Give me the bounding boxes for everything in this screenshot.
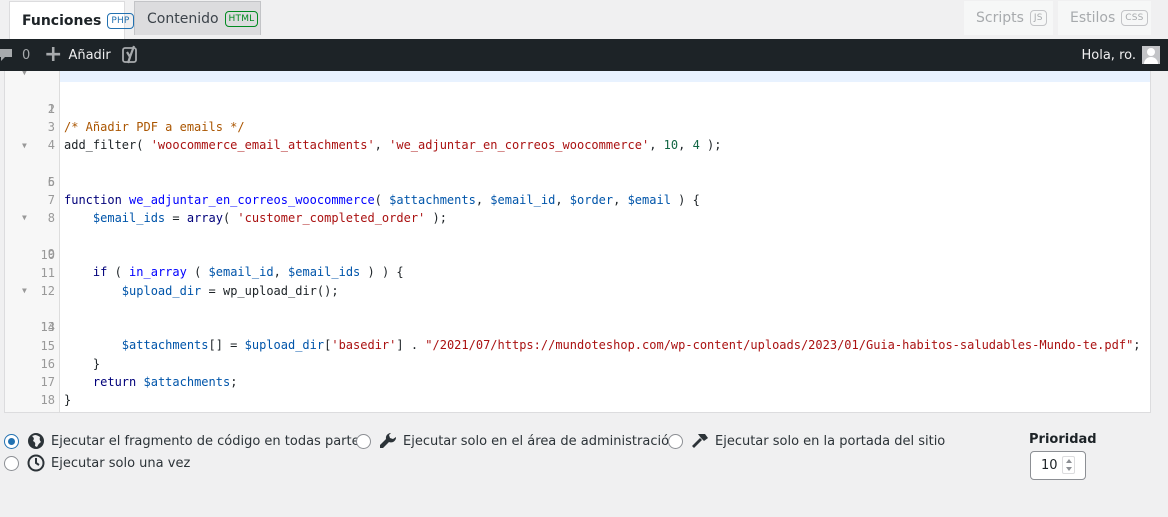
tab-funciones[interactable]: Funciones PHP: [9, 1, 134, 39]
priority-stepper[interactable]: [1062, 456, 1075, 474]
code-line: 3 add_filter( 'woocommerce_email_attachm…: [5, 100, 1150, 152]
wrench-icon: [380, 432, 397, 448]
tab-scripts-badge: JS: [1029, 10, 1047, 26]
code-line: 11 $upload_dir = wp_upload_dir();: [5, 246, 1150, 298]
scope-option-front[interactable]: Ejecutar solo en la portada del sitio: [668, 432, 945, 450]
code-line: 17 }: [5, 355, 1150, 407]
code-line: 12: [5, 264, 1150, 298]
admin-bar-yoast[interactable]: [122, 39, 140, 71]
code-line: 14: [5, 300, 1150, 334]
fold-marker-icon[interactable]: ▼: [22, 209, 27, 227]
scope-option-admin[interactable]: Ejecutar solo en el área de administraci…: [356, 432, 677, 450]
scope-radio-admin[interactable]: [356, 433, 371, 449]
tab-funciones-badge: PHP: [107, 12, 134, 29]
fold-marker-icon[interactable]: ▼: [22, 137, 27, 155]
scope-label-front: Ejecutar solo en la portada del sitio: [715, 433, 946, 449]
scope-radio-front[interactable]: [668, 433, 683, 449]
scope-option-once[interactable]: Ejecutar solo una vez: [4, 454, 190, 472]
snippet-type-tabs: Funciones PHP Contenido HTML Scripts JS …: [0, 0, 1168, 39]
scope-label-admin: Ejecutar solo en el área de administraci…: [403, 433, 678, 449]
yoast-icon: [122, 45, 137, 64]
code-line: 19: [5, 391, 1150, 412]
scope-label-once: Ejecutar solo una vez: [51, 455, 191, 471]
tab-funciones-label: Funciones: [22, 12, 102, 29]
code-line: ▼ 9 if ( in_array ( $email_id, $email_id…: [5, 209, 1150, 279]
code-line: 15 }: [5, 319, 1150, 371]
scope-radio-once[interactable]: [4, 455, 19, 471]
code-line: ▼ 13 $attachments[] = $upload_dir['based…: [5, 282, 1150, 352]
code-line: 4: [5, 118, 1150, 152]
comment-icon: [0, 49, 12, 61]
admin-bar-account[interactable]: Hola, ro.: [1081, 39, 1160, 71]
globe-icon: [28, 433, 44, 449]
code-line: 16 return $attachments;: [5, 337, 1150, 389]
code-editor[interactable]: ▼ 1 /* Añadir PDF a emails */ 2 3 add_fi…: [4, 71, 1151, 413]
tab-contenido-badge: HTML: [224, 10, 259, 27]
priority-label: Prioridad: [1029, 432, 1097, 447]
admin-bar-new[interactable]: + Añadir: [44, 39, 111, 71]
priority-input[interactable]: 10: [1030, 451, 1086, 480]
tab-estilos-badge: CSS: [1121, 10, 1148, 26]
code-line: 8: [5, 191, 1150, 225]
code-line: 10: [5, 228, 1150, 262]
priority-value: 10: [1041, 458, 1058, 473]
tab-scripts-label: Scripts: [976, 10, 1024, 26]
line-number: 19: [27, 409, 55, 412]
comments-count: 0: [22, 47, 31, 63]
tab-scripts[interactable]: Scripts JS: [964, 1, 1053, 35]
scope-radio-everywhere[interactable]: [4, 433, 19, 449]
admin-bar: 0 + Añadir Hola, ro.: [0, 39, 1168, 71]
scope-option-everywhere[interactable]: Ejecutar el fragmento de código en todas…: [4, 432, 366, 450]
tab-estilos-label: Estilos: [1070, 10, 1116, 26]
code-line: 7 $email_ids = array( 'customer_complete…: [5, 173, 1150, 225]
tab-contenido-label: Contenido: [147, 10, 219, 27]
fold-marker-icon[interactable]: ▼: [22, 71, 27, 82]
code-line: 6: [5, 155, 1150, 189]
tab-estilos[interactable]: Estilos CSS: [1058, 1, 1151, 35]
code-line: ▼ 5 function we_adjuntar_en_correos_wooc…: [5, 137, 1150, 207]
code-line: 18: [5, 373, 1150, 407]
code-line: 2: [5, 82, 1150, 116]
fold-marker-icon[interactable]: ▼: [22, 282, 27, 300]
clock-icon: [27, 454, 45, 472]
admin-bar-new-label: Añadir: [68, 47, 111, 63]
avatar: [1142, 46, 1160, 64]
scope-label-everywhere: Ejecutar el fragmento de código en todas…: [51, 433, 367, 449]
admin-bar-comments[interactable]: 0: [0, 39, 30, 71]
plus-icon: +: [44, 42, 63, 67]
tab-contenido[interactable]: Contenido HTML: [134, 1, 261, 35]
hammer-icon: [692, 434, 708, 448]
code-line: ▼ 1 /* Añadir PDF a emails */: [5, 71, 1150, 134]
account-greeting: Hola, ro.: [1081, 47, 1137, 63]
